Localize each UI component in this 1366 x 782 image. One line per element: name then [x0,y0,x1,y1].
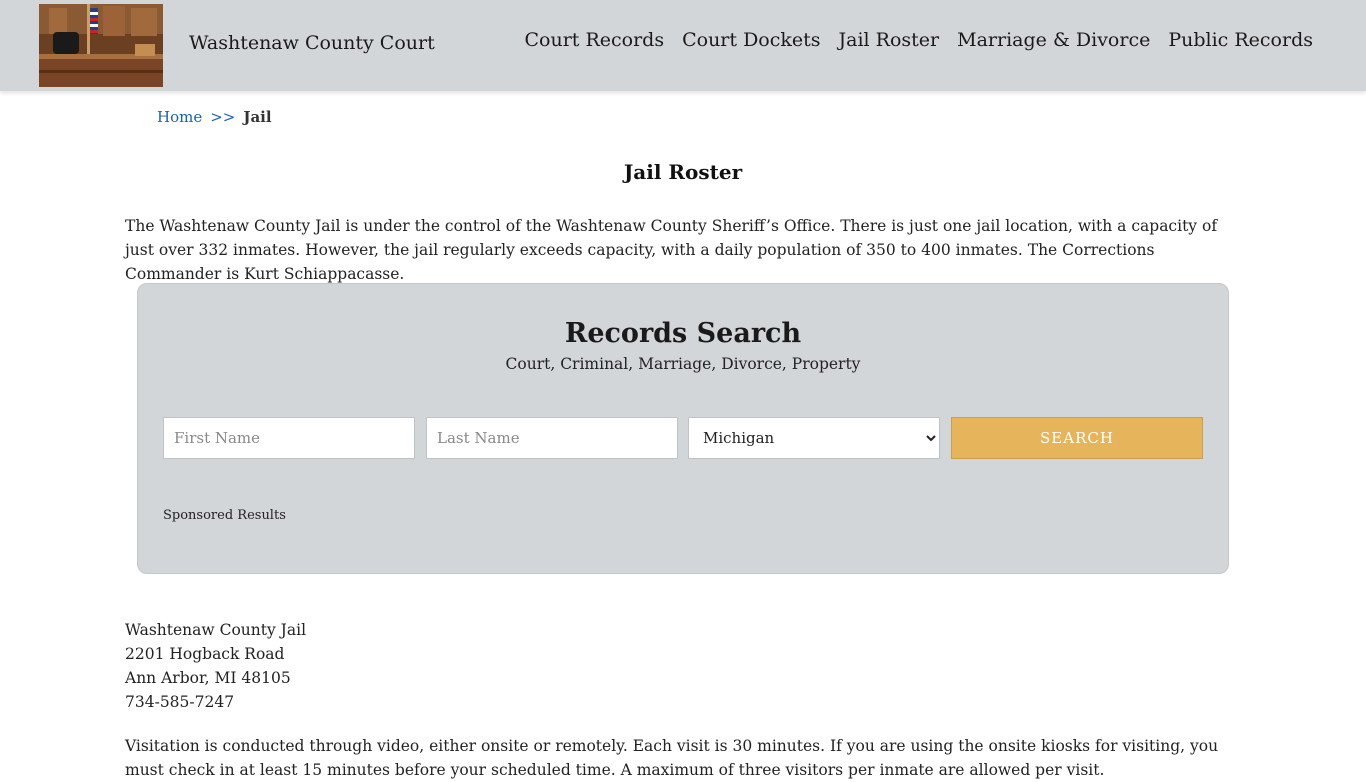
nav-jail-roster[interactable]: Jail Roster [839,29,940,51]
nav-public-records[interactable]: Public Records [1168,29,1313,51]
search-title: Records Search [564,318,802,349]
last-name-input[interactable] [426,417,678,459]
courtroom-logo-image[interactable] [39,4,163,87]
main-nav: Court Records Court Dockets Jail Roster … [524,29,1313,51]
sponsored-results-label: Sponsored Results [163,508,286,523]
records-search-panel: Records Search Court, Criminal, Marriage… [137,283,1229,574]
breadcrumb-separator: >> [210,108,236,126]
jail-phone: 734-585-7247 [125,693,235,711]
jail-street: 2201 Hogback Road [125,645,285,663]
jail-address: Washtenaw County Jail 2201 Hogback Road … [125,618,306,714]
page-title: Jail Roster [623,160,743,184]
nav-court-dockets[interactable]: Court Dockets [682,29,820,51]
search-subtitle: Court, Criminal, Marriage, Divorce, Prop… [505,355,861,373]
search-button[interactable]: Search [951,417,1203,459]
first-name-input[interactable] [163,417,415,459]
site-title[interactable]: Washtenaw County Court [189,32,435,54]
breadcrumb: Home >> Jail [157,108,272,126]
jail-city: Ann Arbor, MI 48105 [125,669,291,687]
intro-paragraph: The Washtenaw County Jail is under the c… [125,217,1218,283]
visitation-paragraph: Visitation is conducted through video, e… [125,737,1219,779]
breadcrumb-home-link[interactable]: Home [157,108,202,126]
nav-marriage-divorce[interactable]: Marriage & Divorce [957,29,1150,51]
state-select[interactable]: Michigan [688,417,940,459]
breadcrumb-current: Jail [243,108,272,126]
site-header: Washtenaw County Court Court Records Cou… [0,0,1366,91]
jail-name: Washtenaw County Jail [125,621,307,639]
nav-court-records[interactable]: Court Records [524,29,664,51]
